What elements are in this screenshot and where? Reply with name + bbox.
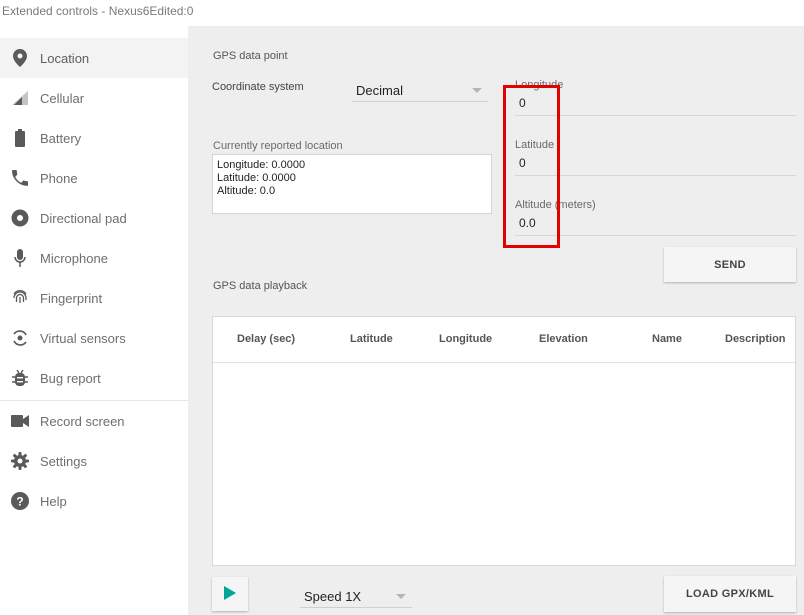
column-header-name[interactable]: Name	[652, 333, 682, 345]
column-header-description[interactable]: Description	[725, 333, 786, 345]
window-title: Extended controls - Nexus6Edited:0	[2, 4, 194, 18]
reported-latitude: Latitude: 0.0000	[217, 172, 296, 184]
reported-location-box: Longitude: 0.0000 Latitude: 0.0000 Altit…	[212, 154, 492, 214]
help-icon: ?	[10, 491, 30, 511]
sidebar-item-label: Settings	[40, 453, 87, 469]
rotation-icon	[10, 328, 30, 348]
sidebar-item-label: Location	[40, 50, 90, 66]
coordinate-system-select[interactable]: Decimal	[352, 78, 488, 102]
video-camera-icon	[10, 411, 30, 431]
reported-longitude: Longitude: 0.0000	[217, 159, 306, 171]
gps-data-point-title: GPS data point	[213, 50, 288, 62]
reported-altitude: Altitude: 0.0	[217, 185, 276, 197]
fingerprint-icon	[10, 288, 30, 308]
svg-text:?: ?	[16, 495, 23, 509]
sidebar-item-settings[interactable]: Settings	[0, 441, 188, 481]
playback-speed-value: Speed 1X	[304, 589, 362, 604]
red-highlight-box	[503, 85, 560, 248]
column-header-delay[interactable]: Delay (sec)	[237, 333, 295, 345]
sidebar-item-label: Directional pad	[40, 210, 127, 226]
sidebar-item-label: Microphone	[40, 250, 108, 266]
location-panel: GPS data point Coordinate system Decimal…	[188, 26, 804, 615]
coordinate-system-value: Decimal	[356, 83, 403, 98]
location-pin-icon	[10, 48, 30, 68]
signal-icon	[10, 88, 30, 108]
sidebar-item-location[interactable]: Location	[0, 38, 188, 78]
gear-icon	[10, 451, 30, 471]
sidebar-item-label: Battery	[40, 130, 82, 146]
chevron-down-icon	[396, 594, 406, 599]
sidebar-item-label: Record screen	[40, 413, 125, 429]
playback-table-header: Delay (sec) Latitude Longitude Elevation…	[213, 317, 795, 363]
coordinate-system-label: Coordinate system	[212, 81, 304, 93]
sidebar-item-label: Virtual sensors	[40, 330, 126, 346]
column-header-elevation[interactable]: Elevation	[539, 333, 588, 345]
sidebar-item-directional-pad[interactable]: Directional pad	[0, 198, 188, 238]
sidebar-item-help[interactable]: ? Help	[0, 481, 188, 521]
chevron-down-icon	[472, 88, 482, 93]
sidebar-item-label: Bug report	[40, 370, 101, 386]
sidebar-item-cellular[interactable]: Cellular	[0, 78, 188, 118]
sidebar-item-phone[interactable]: Phone	[0, 158, 188, 198]
column-header-latitude[interactable]: Latitude	[350, 333, 393, 345]
column-header-longitude[interactable]: Longitude	[439, 333, 492, 345]
sidebar-item-microphone[interactable]: Microphone	[0, 238, 188, 278]
reported-location-label: Currently reported location	[213, 140, 343, 152]
play-button[interactable]	[212, 577, 248, 611]
sidebar-item-label: Cellular	[40, 90, 85, 106]
sidebar-item-label: Help	[40, 493, 67, 509]
microphone-icon	[10, 248, 30, 268]
title-bar: Extended controls - Nexus6Edited:0	[0, 0, 804, 26]
sidebar-item-virtual-sensors[interactable]: Virtual sensors	[0, 318, 188, 358]
playback-speed-select[interactable]: Speed 1X	[300, 584, 412, 608]
dpad-icon	[10, 208, 30, 228]
sidebar-item-battery[interactable]: Battery	[0, 118, 188, 158]
phone-icon	[10, 168, 30, 188]
playback-table: Delay (sec) Latitude Longitude Elevation…	[212, 316, 796, 566]
load-gpx-kml-button[interactable]: LOAD GPX/KML	[664, 576, 796, 612]
bug-icon	[10, 368, 30, 388]
send-button[interactable]: SEND	[664, 247, 796, 282]
sidebar-item-label: Phone	[40, 170, 78, 186]
play-icon	[224, 585, 236, 603]
sidebar-item-fingerprint[interactable]: Fingerprint	[0, 278, 188, 318]
gps-data-playback-title: GPS data playback	[213, 280, 308, 292]
battery-icon	[10, 128, 30, 148]
sidebar-item-record-screen[interactable]: Record screen	[0, 401, 188, 441]
sidebar-item-label: Fingerprint	[40, 290, 103, 306]
sidebar: Location Cellular Battery Phone Directio…	[0, 38, 188, 615]
sidebar-item-bug-report[interactable]: Bug report	[0, 358, 188, 398]
